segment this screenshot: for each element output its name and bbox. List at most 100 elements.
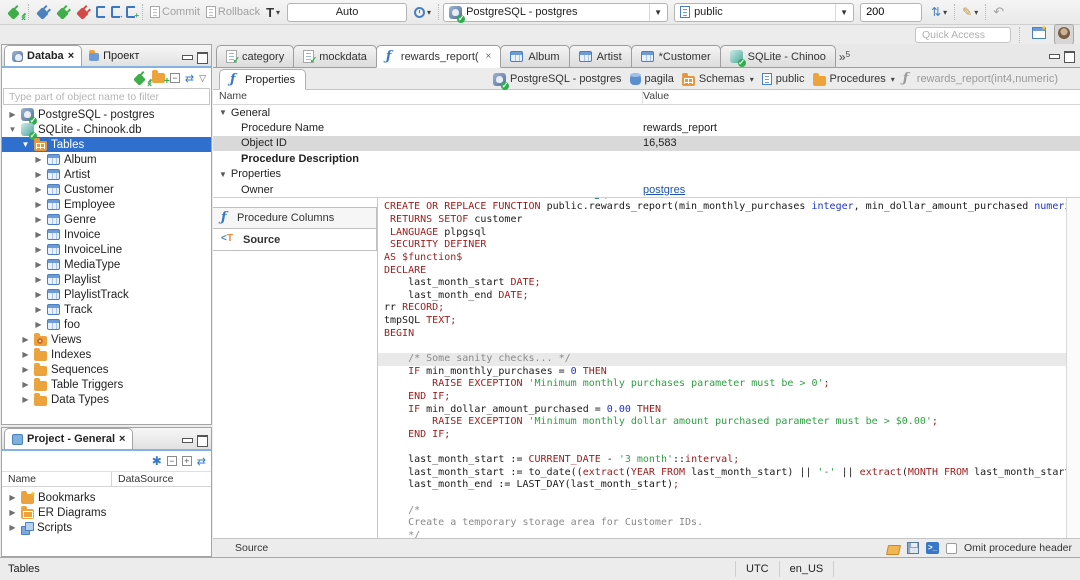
dbeaver-perspective-button[interactable] (1054, 24, 1074, 45)
new-folder-icon[interactable] (151, 70, 170, 87)
tree-item-artist[interactable]: ▶ Artist (2, 167, 211, 182)
tree-item-data-types[interactable]: ▶ Data Types (2, 392, 211, 407)
tree-item-foo[interactable]: ▶ foo (2, 317, 211, 332)
tree-item-table-triggers[interactable]: ▶ Table Triggers (2, 377, 211, 392)
tree-expand-icon[interactable]: ▶ (34, 245, 43, 254)
tab-properties[interactable]: Properties (219, 69, 307, 90)
reconnect-button[interactable] (53, 5, 73, 20)
editor-tab-artist[interactable]: Artist (568, 45, 632, 68)
tree-item-track[interactable]: ▶ Track (2, 302, 211, 317)
sql-editor-button[interactable] (93, 4, 108, 20)
source-editor[interactable]: ▲▼ CREATE OR REPLACE FUNCTION public.rew… (378, 198, 1080, 538)
breadcrumb-item-rewards-report-int4-numeric-[interactable]: rewards_report(int4,numeric) (901, 72, 1060, 86)
gear-icon[interactable] (152, 454, 162, 468)
tree-expand-icon[interactable]: ▼ (219, 170, 227, 179)
tab-projects[interactable]: Проект (82, 45, 146, 66)
tab-database-navigator[interactable]: Databa × (4, 45, 83, 66)
tree-expand-icon[interactable]: ▶ (21, 380, 30, 389)
tree-expand-icon[interactable]: ▶ (34, 215, 43, 224)
tree-expand-icon[interactable]: ▼ (8, 125, 17, 134)
link-with-editor-icon[interactable] (197, 455, 206, 468)
breadcrumb-item-schemas[interactable]: Schemas ▾ (680, 72, 756, 86)
rollback-button[interactable]: Rollback (203, 4, 263, 20)
status-timezone[interactable]: UTC (735, 561, 779, 577)
tab-project-general[interactable]: Project - General × (4, 428, 134, 449)
tree-expand-icon[interactable]: ▶ (21, 335, 30, 344)
close-icon[interactable]: × (119, 433, 125, 445)
tree-item-album[interactable]: ▶ Album (2, 152, 211, 167)
tree-expand-icon[interactable]: ▶ (34, 305, 43, 314)
tree-expand-icon[interactable]: ▶ (34, 290, 43, 299)
editor-tab-rewards-report-[interactable]: rewards_report(× (375, 45, 502, 68)
editor-tab-mockdata[interactable]: mockdata (293, 45, 377, 68)
maximize-editor-button[interactable] (1063, 51, 1075, 63)
expand-all-icon[interactable]: + (181, 456, 192, 466)
property-value[interactable]: postgres (643, 184, 1080, 196)
commit-mode-button[interactable] (33, 5, 53, 20)
project-item-er-diagrams[interactable]: ▶ ER Diagrams (2, 505, 211, 520)
close-icon[interactable]: × (486, 51, 492, 62)
column-value[interactable]: Value (643, 90, 669, 104)
undo-button[interactable]: ↶ (990, 2, 1007, 22)
tree-item-employee[interactable]: ▶ Employee (2, 197, 211, 212)
tx-mode-combo[interactable]: Auto (287, 2, 408, 22)
tree-expand-icon[interactable]: ▶ (8, 493, 17, 502)
dropdown-icon[interactable]: ▾ (891, 75, 895, 84)
close-icon[interactable]: × (68, 50, 74, 62)
fetch-size-input[interactable] (860, 2, 923, 22)
breadcrumb-item-public[interactable]: public (760, 73, 807, 85)
collapse-all-icon[interactable]: − (166, 456, 177, 466)
property-row-procedure-description[interactable]: Procedure Description (213, 151, 1080, 166)
maximize-panel-button[interactable] (196, 435, 208, 447)
tree-expand-icon[interactable]: ▶ (21, 350, 30, 359)
save-to-file-icon[interactable] (907, 542, 920, 554)
quick-access-input[interactable] (915, 26, 1011, 43)
tree-expand-icon[interactable]: ▶ (8, 110, 17, 119)
tree-item-customer[interactable]: ▶ Customer (2, 182, 211, 197)
editor-tab-album[interactable]: Album (500, 45, 570, 68)
open-perspective-button[interactable] (1028, 24, 1050, 45)
tree-expand-icon[interactable]: ▶ (8, 523, 17, 532)
navigator-filter-input[interactable] (3, 88, 210, 105)
tree-item-postgresql-postgres[interactable]: ▶ PostgreSQL - postgres (2, 107, 211, 125)
minimize-panel-button[interactable] (181, 435, 193, 445)
tree-expand-icon[interactable]: ▶ (34, 155, 43, 164)
query-history-button[interactable]: ▾ (411, 5, 434, 20)
tree-expand-icon[interactable]: ▶ (21, 395, 30, 404)
tree-item-invoice[interactable]: ▶ Invoice (2, 227, 211, 242)
breadcrumb-item-postgresql-postgres[interactable]: PostgreSQL - postgres (491, 72, 623, 90)
tree-expand-icon[interactable]: ▶ (34, 185, 43, 194)
project-item-scripts[interactable]: ▶ Scripts (2, 520, 211, 535)
dropdown-icon[interactable]: ▾ (750, 75, 754, 84)
tree-expand-icon[interactable]: ▶ (34, 200, 43, 209)
project-item-bookmarks[interactable]: ▶ Bookmarks (2, 490, 211, 505)
tree-item-invoiceline[interactable]: ▶ InvoiceLine (2, 242, 211, 257)
column-name[interactable]: Name (2, 472, 42, 486)
tree-item-playlisttrack[interactable]: ▶ PlaylistTrack (2, 287, 211, 302)
commit-button[interactable]: Commit (147, 4, 203, 20)
column-name[interactable]: Name (213, 90, 643, 104)
subtab-procedure-columns[interactable]: Procedure Columns (213, 207, 377, 230)
tree-item-genre[interactable]: ▶ Genre (2, 212, 211, 227)
refresh-button[interactable]: ⇅ ▾ (928, 3, 950, 21)
minimize-editor-button[interactable] (1048, 51, 1060, 61)
tree-expand-icon[interactable]: ▼ (219, 108, 227, 117)
tree-expand-icon[interactable]: ▼ (21, 140, 30, 149)
tree-item-playlist[interactable]: ▶ Playlist (2, 272, 211, 287)
schema-combo[interactable]: public ▼ (674, 2, 855, 22)
tree-item-mediatype[interactable]: ▶ MediaType (2, 257, 211, 272)
vertical-scrollbar[interactable] (1066, 198, 1080, 538)
tree-expand-icon[interactable]: ▶ (34, 320, 43, 329)
new-connection-icon[interactable] (132, 72, 146, 86)
column-datasource[interactable]: DataSource (111, 472, 211, 486)
edit-button[interactable]: ✎ ▾ (959, 3, 981, 21)
property-row-object-id[interactable]: Object ID 16,583 (213, 135, 1080, 152)
view-menu-icon[interactable] (199, 72, 206, 84)
new-sql-editor-button[interactable]: + (123, 4, 139, 20)
breadcrumb-item-procedures[interactable]: Procedures ▾ (811, 72, 897, 86)
tab-overflow-indicator[interactable]: » 5 (839, 50, 850, 64)
editor-tab--customer[interactable]: *Customer (630, 45, 721, 68)
editor-tab-sqlite-chinoo[interactable]: SQLite - Chinoo (719, 45, 836, 68)
property-row-general[interactable]: ▼ General (213, 105, 1080, 120)
status-locale[interactable]: en_US (778, 561, 835, 577)
